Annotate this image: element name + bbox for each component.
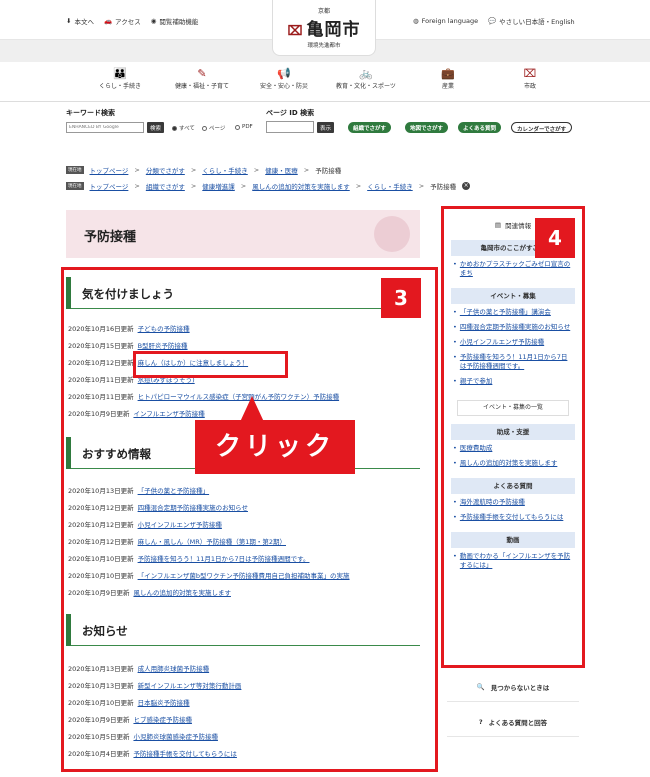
- faq-answers-button[interactable]: ? よくある質問と回答: [447, 707, 579, 737]
- category-nav: 👪 くらし・手続き ✎ 健康・福祉・子育て 📢 安全・安心・防災 🚲 教育・文化・スポー…: [0, 62, 650, 102]
- breadcrumb-separator: >: [253, 166, 260, 174]
- logo-name: ⌧ 亀岡市: [287, 20, 361, 40]
- globe-icon: ◍: [413, 17, 419, 25]
- not-found-button[interactable]: 🔍 見つからないときは: [447, 672, 579, 702]
- breadcrumb-link[interactable]: トップページ: [90, 181, 129, 191]
- question-icon: ?: [478, 717, 483, 726]
- car-icon: 🚗: [103, 17, 113, 25]
- search-by-map-button[interactable]: 地図でさがす: [405, 122, 449, 133]
- annotation-frame-3: [61, 267, 438, 772]
- breadcrumb-separator: >: [418, 182, 425, 190]
- show-button[interactable]: 表示: [317, 122, 335, 133]
- pill-icon: ✎: [197, 67, 207, 80]
- keyword-search-label: キーワード検索: [66, 109, 115, 117]
- speech-icon: 💬: [488, 17, 497, 25]
- utility-links: ⬇ 本文へ 🚗 アクセス ◉ 閲覧補助機能: [66, 16, 198, 26]
- breadcrumb-separator: >: [303, 166, 310, 174]
- eye-icon: ◉: [150, 17, 157, 25]
- breadcrumb-separator: >: [134, 166, 140, 174]
- breadcrumb-link[interactable]: 分類でさがす: [146, 165, 185, 175]
- breadcrumb-link[interactable]: 健康増進課: [202, 181, 235, 191]
- nav-industry[interactable]: 💼 産業: [407, 62, 489, 101]
- skip-to-content-link[interactable]: ⬇ 本文へ: [66, 16, 94, 26]
- breadcrumb-link[interactable]: トップページ: [90, 165, 129, 175]
- megaphone-icon: 📢: [277, 67, 291, 80]
- language-links: ◍ Foreign language 💬 やさしい日本語・English: [413, 16, 575, 26]
- annotation-badge-3: 3: [381, 278, 421, 318]
- breadcrumb-separator: >: [355, 182, 362, 190]
- breadcrumb: 現在地 トップページ > 組織でさがす > 健康増進課 > 風しんの追加的対策を実施し…: [66, 181, 471, 191]
- accessibility-link[interactable]: ◉ 閲覧補助機能: [151, 16, 199, 26]
- breadcrumb-separator: >: [190, 166, 197, 174]
- breadcrumb-link[interactable]: 風しんの追加的対策を実施します: [252, 181, 350, 191]
- page-heading: 予防接種: [66, 210, 420, 258]
- annotation-highlight-link: [133, 351, 288, 378]
- radio-dot: [202, 125, 207, 131]
- breadcrumb: 現在地 トップページ > 分類でさがす > くらし・手続き > 健康・医療 > 予防接種: [66, 165, 341, 175]
- breadcrumb-tag: 現在地: [66, 182, 84, 190]
- site-logo[interactable]: 京都 ⌧ 亀岡市 環境先進都市: [272, 0, 376, 56]
- easy-japanese-link[interactable]: 💬 やさしい日本語・English: [488, 16, 575, 26]
- breadcrumb-link[interactable]: 組織でさがす: [146, 181, 185, 191]
- keyword-search-input[interactable]: [66, 122, 144, 133]
- bicycle-icon: 🚲: [359, 67, 373, 80]
- breadcrumb-link[interactable]: 健康・医療: [265, 165, 298, 175]
- search-by-org-button[interactable]: 組織でさがす: [348, 122, 392, 133]
- annotation-badge-4: 4: [535, 218, 575, 258]
- radio-dot: [172, 125, 177, 131]
- search-row: キーワード検索 検索 すべて ページ PDF ページ ID 検索 表示 組織でさ…: [66, 108, 596, 138]
- emblem-icon: ⌧: [523, 67, 537, 80]
- family-icon: 👪: [113, 67, 127, 80]
- pageid-input[interactable]: [266, 121, 314, 133]
- search-doc-icon: 🔍: [476, 682, 485, 691]
- logo-prefecture: 京都: [317, 8, 330, 15]
- nav-government[interactable]: ⌧ 市政: [489, 62, 571, 101]
- access-link[interactable]: 🚗 アクセス: [104, 16, 141, 26]
- faq-button[interactable]: よくある質問: [458, 122, 502, 133]
- annotation-frame-4: [441, 206, 585, 668]
- nav-education[interactable]: 🚲 教育・文化・スポーツ: [325, 62, 407, 101]
- radio-dot: [235, 124, 240, 130]
- breadcrumb-separator: >: [190, 182, 197, 190]
- search-button[interactable]: 検索: [147, 122, 165, 133]
- foreign-language-link[interactable]: ◍ Foreign language: [413, 16, 478, 26]
- click-callout: クリック: [195, 420, 355, 474]
- breadcrumb-separator: >: [240, 182, 247, 190]
- close-icon[interactable]: ×: [462, 182, 471, 190]
- radio-all[interactable]: すべて: [172, 124, 195, 132]
- city-emblem-icon: ⌧: [287, 24, 304, 39]
- download-icon: ⬇: [66, 17, 72, 25]
- decorative-flower-icon: [374, 216, 410, 252]
- briefcase-icon: 💼: [441, 67, 455, 80]
- page-title: 予防接種: [84, 230, 137, 245]
- pageid-search-label: ページ ID 検索: [266, 109, 315, 117]
- breadcrumb-separator: >: [134, 182, 140, 190]
- nav-living[interactable]: 👪 くらし・手続き: [79, 62, 161, 101]
- search-by-calendar-button[interactable]: カレンダーでさがす: [511, 122, 573, 133]
- breadcrumb-current: 予防接種: [430, 183, 457, 191]
- radio-pdf[interactable]: PDF: [235, 124, 253, 130]
- breadcrumb-tag: 現在地: [66, 166, 84, 174]
- breadcrumb-link[interactable]: くらし・手続き: [367, 181, 413, 191]
- radio-page[interactable]: ページ: [202, 124, 225, 132]
- breadcrumb-current: 予防接種: [315, 167, 342, 175]
- breadcrumb-link[interactable]: くらし・手続き: [202, 165, 248, 175]
- nav-safety[interactable]: 📢 安全・安心・防災: [243, 62, 325, 101]
- callout-pointer: [240, 396, 264, 422]
- logo-tagline: 環境先進都市: [307, 43, 341, 49]
- nav-health[interactable]: ✎ 健康・福祉・子育て: [161, 62, 243, 101]
